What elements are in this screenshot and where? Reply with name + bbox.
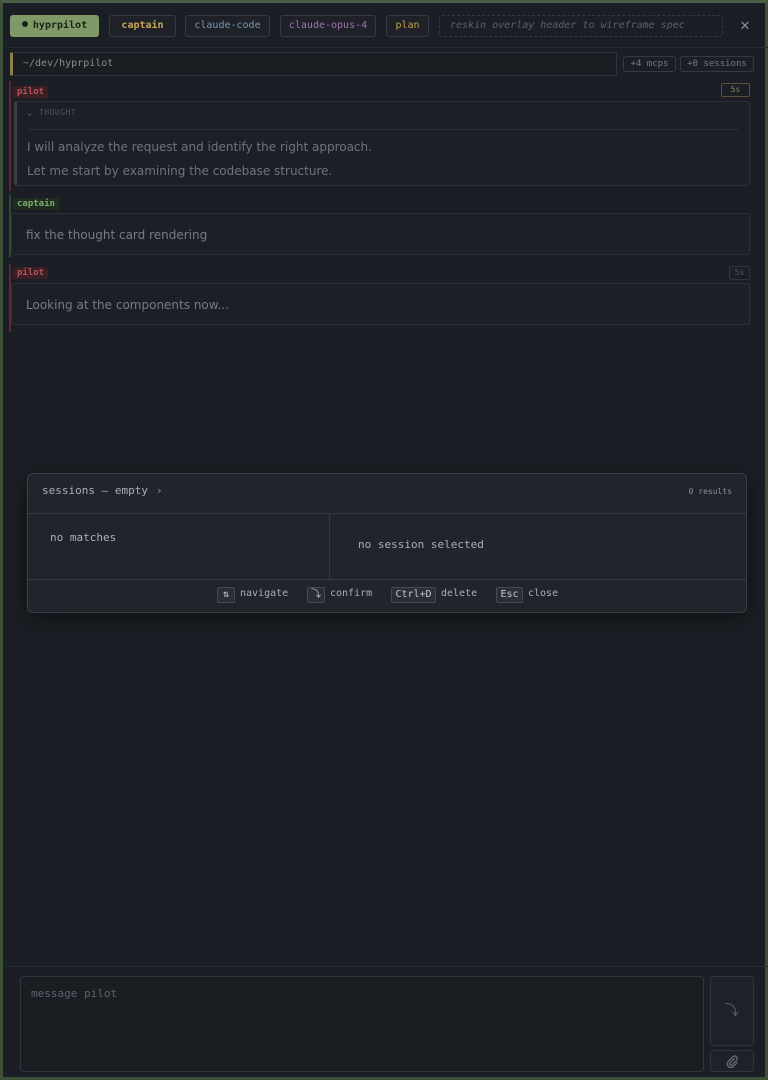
dialog-title: sessions — empty › — [42, 484, 163, 497]
elapsed-value: 5s — [730, 85, 741, 94]
attach-button[interactable] — [710, 1050, 754, 1072]
elapsed-badge: 5s — [721, 83, 750, 97]
message-text: fix the thought card rendering — [26, 228, 208, 242]
send-button[interactable]: ⤵ — [710, 976, 754, 1046]
hint-label: delete — [441, 588, 478, 599]
hint-label: close — [528, 588, 559, 599]
thought-label: THOUGHT — [38, 108, 77, 117]
role-tag-pilot: pilot — [13, 267, 49, 279]
agent-badge[interactable]: claude-code — [185, 15, 270, 37]
results-count: 0 results — [688, 487, 732, 496]
hint-label: confirm — [330, 588, 373, 599]
sort-arrows-icon: ⇅ — [222, 589, 230, 600]
mode-badge[interactable]: plan — [386, 15, 429, 37]
thought-divider — [27, 129, 739, 130]
captain-badge[interactable]: captain — [109, 15, 176, 37]
task-title[interactable]: reskin overlay header to wireframe spec — [439, 15, 723, 37]
overlay-header: hyprpilot captain claude-code claude-opu… — [7, 11, 763, 41]
message-text: Looking at the components now... — [26, 298, 229, 312]
overlay-window: hyprpilot captain claude-code claude-opu… — [0, 0, 768, 1080]
composer-divider — [6, 966, 768, 967]
pilot-turn-bar — [9, 81, 11, 191]
session-preview-empty: no session selected — [358, 538, 484, 551]
status-dot-icon — [21, 21, 28, 27]
dialog-divider — [28, 513, 746, 514]
elapsed-badge: 5s — [729, 266, 750, 280]
hint-label: navigate — [240, 588, 289, 599]
thought-header[interactable]: ⌄ THOUGHT — [27, 108, 76, 118]
close-icon: ✕ — [740, 15, 750, 34]
sessions-dialog: sessions — empty › 0 results no matches n… — [27, 473, 747, 613]
mcps-chip[interactable]: +4 mcps — [623, 56, 676, 72]
close-button[interactable]: ✕ — [735, 16, 755, 36]
pilot-message: Looking at the components now... — [11, 283, 750, 325]
chevron-right-icon: › — [155, 484, 163, 497]
thought-line: Let me start by examining the codebase s… — [27, 164, 333, 178]
enter-icon: ⤵ — [311, 589, 321, 600]
app-badge[interactable]: hyprpilot — [10, 15, 99, 37]
send-icon: ⤵ — [725, 1003, 739, 1019]
paperclip-icon — [726, 1055, 738, 1069]
thought-line: I will analyze the request and identify … — [27, 140, 372, 154]
key-hints: ⇅ navigate ⤵ confirm Ctrl+D delete Esc c… — [28, 587, 746, 605]
session-list-empty: no matches — [50, 531, 117, 544]
dialog-divider — [28, 579, 746, 580]
pane-divider — [329, 514, 330, 579]
key-delete: Ctrl+D — [391, 587, 436, 603]
dialog-title-text: sessions — empty — [42, 484, 148, 497]
sessions-chip[interactable]: +0 sessions — [680, 56, 754, 72]
header-divider — [6, 47, 768, 48]
role-tag-pilot: pilot — [13, 86, 49, 98]
elapsed-value: 5s — [734, 268, 745, 277]
role-tag-captain: captain — [13, 198, 59, 210]
model-badge[interactable]: claude-opus-4 — [280, 15, 376, 37]
cwd-path: ~/dev/hyprpilot — [10, 52, 617, 76]
captain-message: fix the thought card rendering — [11, 213, 750, 255]
key-navigate: ⇅ — [217, 587, 235, 603]
thought-card[interactable]: ⌄ THOUGHT I will analyze the request and … — [14, 101, 750, 186]
message-input[interactable]: message pilot — [20, 976, 704, 1072]
key-close: Esc — [496, 587, 523, 603]
chevron-down-icon: ⌄ — [27, 108, 33, 118]
key-confirm: ⤵ — [307, 587, 325, 603]
app-name: hyprpilot — [32, 20, 88, 31]
